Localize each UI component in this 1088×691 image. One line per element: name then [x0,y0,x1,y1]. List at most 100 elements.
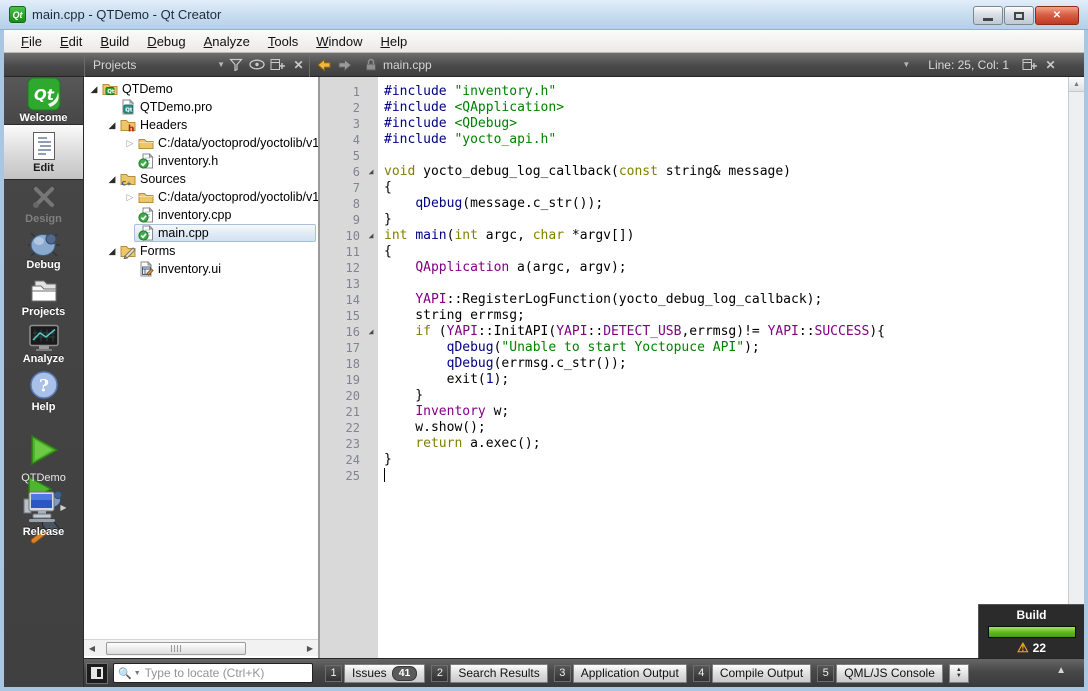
code-line-9[interactable]: 9} [320,212,1068,228]
split-icon[interactable] [268,55,287,75]
collapse-icon[interactable]: ▷ [122,192,138,203]
mode-debug[interactable]: Debug [4,227,83,274]
code-line-10[interactable]: 10◢int main(int argc, char *argv[]) [320,228,1068,244]
run-button[interactable] [4,433,83,467]
output-pane-cycle-button[interactable]: ▲▼ [949,664,969,683]
code-line-16[interactable]: 16◢ if (YAPI::InitAPI(YAPI::DETECT_USB,e… [320,324,1068,340]
tree-item-qtdemo[interactable]: ◢QtQTDemo [84,80,318,98]
close-pane-icon[interactable]: ✕ [289,55,308,75]
menu-help[interactable]: Help [371,32,416,51]
scroll-up-icon[interactable]: ▲ [1069,77,1084,92]
tree-item-c-data-yoctoprod-yoctolib-v1[interactable]: ▷C:/data/yoctoprod/yoctolib/v1 [84,134,318,152]
mode-welcome[interactable]: QtWelcome [4,77,83,124]
target-selector[interactable]: ▶ [4,490,83,524]
fold-marker-icon[interactable]: ◢ [364,324,378,340]
code-line-24[interactable]: 24} [320,452,1068,468]
expand-icon[interactable]: ◢ [104,246,120,257]
fold-marker-icon[interactable]: ◢ [364,164,378,180]
tree-item-main-cpp[interactable]: main.cpp [84,224,318,242]
scrollbar-thumb[interactable] [106,642,246,655]
sync-with-editor-icon[interactable] [247,55,266,75]
pane-button-compile-output[interactable]: Compile Output [712,664,811,683]
target-expander-icon[interactable]: ▶ [60,503,66,512]
code-editor[interactable]: 1#include "inventory.h"2#include <QAppli… [320,77,1068,658]
close-document-icon[interactable]: ✕ [1041,55,1060,75]
tree-item-inventory-ui[interactable]: inventory.ui [84,260,318,278]
code-line-4[interactable]: 4#include "yocto_api.h" [320,132,1068,148]
editor-vertical-scrollbar[interactable]: ▲ ▼ [1068,77,1084,658]
code-line-19[interactable]: 19 exit(1); [320,372,1068,388]
build-warning-count[interactable]: ⚠22 [979,640,1084,656]
tree-item-inventory-h[interactable]: inventory.h [84,152,318,170]
pane-shortcut-4[interactable]: 4 [693,665,710,682]
tree-item-c-data-yoctoprod-yoctolib-v1[interactable]: ▷C:/data/yoctoprod/yoctolib/v1 [84,188,318,206]
pane-shortcut-5[interactable]: 5 [817,665,834,682]
code-line-12[interactable]: 12 QApplication a(argc, argv); [320,260,1068,276]
tree-item-inventory-cpp[interactable]: inventory.cpp [84,206,318,224]
back-icon[interactable] [314,55,333,75]
pane-button-qml-js-console[interactable]: QML/JS Console [836,664,943,683]
fold-marker-icon[interactable]: ◢ [364,228,378,244]
tree-item-headers[interactable]: ◢hHeaders [84,116,318,134]
menu-debug[interactable]: Debug [138,32,194,51]
collapse-icon[interactable]: ▷ [122,138,138,149]
menu-build[interactable]: Build [91,32,138,51]
code-line-17[interactable]: 17 qDebug("Unable to start Yoctopuce API… [320,340,1068,356]
navigation-pane-selector[interactable]: Projects ▼ [85,58,225,72]
code-line-1[interactable]: 1#include "inventory.h" [320,84,1068,100]
code-line-3[interactable]: 3#include <QDebug> [320,116,1068,132]
menu-file[interactable]: File [12,32,51,51]
expand-icon[interactable]: ◢ [104,174,120,185]
open-document-selector[interactable]: main.cpp ▼ [355,58,918,72]
pane-shortcut-3[interactable]: 3 [554,665,571,682]
menu-edit[interactable]: Edit [51,32,91,51]
locate-box[interactable]: 🔍 ▼ [113,663,313,683]
expand-icon[interactable]: ◢ [86,84,102,95]
code-line-22[interactable]: 22 w.show(); [320,420,1068,436]
code-line-2[interactable]: 2#include <QApplication> [320,100,1068,116]
locate-input[interactable] [145,666,308,680]
filter-icon[interactable] [226,55,245,75]
minimize-button[interactable] [973,6,1003,25]
pane-button-application-output[interactable]: Application Output [573,664,687,683]
code-line-15[interactable]: 15 string errmsg; [320,308,1068,324]
code-line-23[interactable]: 23 return a.exec(); [320,436,1068,452]
expand-icon[interactable]: ◢ [104,120,120,131]
code-line-14[interactable]: 14 YAPI::RegisterLogFunction(yocto_debug… [320,292,1068,308]
code-line-11[interactable]: 11{ [320,244,1068,260]
title-bar[interactable]: Qt main.cpp - QTDemo - Qt Creator ✕ [0,0,1088,30]
split-editor-icon[interactable] [1020,55,1039,75]
scroll-right-icon[interactable]: ▶ [302,644,318,653]
code-line-5[interactable]: 5 [320,148,1068,164]
mode-edit[interactable]: Edit [4,124,83,180]
code-line-7[interactable]: 7{ [320,180,1068,196]
forward-icon[interactable] [335,55,354,75]
menu-tools[interactable]: Tools [259,32,307,51]
close-button[interactable]: ✕ [1035,6,1079,25]
maximize-button[interactable] [1004,6,1034,25]
toggle-sidebar-button[interactable] [86,663,108,684]
code-line-21[interactable]: 21 Inventory w; [320,404,1068,420]
menu-window[interactable]: Window [307,32,371,51]
tree-item-sources[interactable]: ◢C+Sources [84,170,318,188]
tree-item-forms[interactable]: ◢Forms [84,242,318,260]
mode-analyze[interactable]: Analyze [4,321,83,368]
mode-help[interactable]: ?Help [4,368,83,415]
menu-analyze[interactable]: Analyze [195,32,259,51]
scroll-left-icon[interactable]: ◀ [84,644,100,653]
tree-item-qtdemo-pro[interactable]: QtQTDemo.pro [84,98,318,116]
code-line-20[interactable]: 20 } [320,388,1068,404]
code-line-13[interactable]: 13 [320,276,1068,292]
code-line-25[interactable]: 25 [320,468,1068,484]
pane-shortcut-1[interactable]: 1 [325,665,342,682]
expand-output-icon[interactable]: ▲ [1056,665,1066,676]
pane-button-search-results[interactable]: Search Results [450,664,547,683]
code-line-18[interactable]: 18 qDebug(errmsg.c_str()); [320,356,1068,372]
tree-horizontal-scrollbar[interactable]: ◀ ▶ [84,639,318,656]
pane-shortcut-2[interactable]: 2 [431,665,448,682]
build-progress-popup[interactable]: Build ⚠22 [978,604,1084,658]
code-line-8[interactable]: 8 qDebug(message.c_str()); [320,196,1068,212]
pane-button-issues[interactable]: Issues41 [344,664,425,683]
mode-projects[interactable]: Projects [4,274,83,321]
code-line-6[interactable]: 6◢void yocto_debug_log_callback(const st… [320,164,1068,180]
